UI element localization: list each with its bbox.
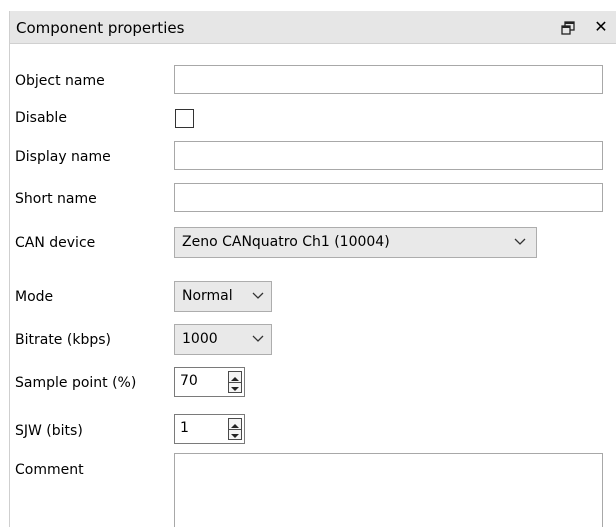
sample-point-stepper bbox=[228, 371, 242, 393]
disable-checkbox[interactable] bbox=[175, 109, 194, 128]
can-device-value: Zeno CANquatro Ch1 (10004) bbox=[182, 234, 390, 250]
close-icon[interactable]: ✕ bbox=[593, 19, 609, 35]
sample-point-label: Sample point (%) bbox=[15, 375, 137, 391]
mode-label: Mode bbox=[15, 289, 54, 305]
chevron-down-icon bbox=[514, 238, 526, 245]
chevron-down-icon bbox=[252, 335, 264, 342]
mode-value: Normal bbox=[182, 288, 233, 304]
bitrate-label: Bitrate (kbps) bbox=[15, 332, 111, 348]
comment-textarea[interactable] bbox=[174, 453, 603, 527]
short-name-label: Short name bbox=[15, 191, 97, 207]
mode-select[interactable]: Normal bbox=[174, 281, 272, 312]
object-name-input[interactable] bbox=[174, 65, 603, 94]
panel-title: Component properties bbox=[16, 19, 185, 37]
decrement-button[interactable] bbox=[229, 382, 241, 392]
sjw-stepper bbox=[228, 418, 242, 440]
short-name-input[interactable] bbox=[174, 183, 603, 212]
can-device-select[interactable]: Zeno CANquatro Ch1 (10004) bbox=[174, 227, 537, 258]
display-name-label: Display name bbox=[15, 149, 111, 165]
panel-titlebar[interactable]: Component properties ✕ bbox=[10, 11, 616, 44]
sample-point-spinbox[interactable]: 70 bbox=[174, 367, 245, 397]
bitrate-value: 1000 bbox=[182, 331, 218, 347]
sjw-label: SJW (bits) bbox=[15, 423, 83, 439]
sample-point-value: 70 bbox=[180, 373, 198, 389]
chevron-down-icon bbox=[252, 292, 264, 299]
object-name-label: Object name bbox=[15, 73, 105, 89]
can-device-label: CAN device bbox=[15, 235, 96, 251]
sjw-value: 1 bbox=[180, 420, 189, 436]
triangle-down-icon bbox=[231, 434, 239, 438]
disable-label: Disable bbox=[15, 110, 67, 126]
display-name-input[interactable] bbox=[174, 141, 603, 170]
decrement-button[interactable] bbox=[229, 429, 241, 439]
triangle-down-icon bbox=[231, 387, 239, 391]
sjw-spinbox[interactable]: 1 bbox=[174, 414, 245, 444]
float-window-icon[interactable] bbox=[561, 21, 575, 35]
bitrate-select[interactable]: 1000 bbox=[174, 324, 272, 355]
comment-label: Comment bbox=[15, 462, 84, 478]
